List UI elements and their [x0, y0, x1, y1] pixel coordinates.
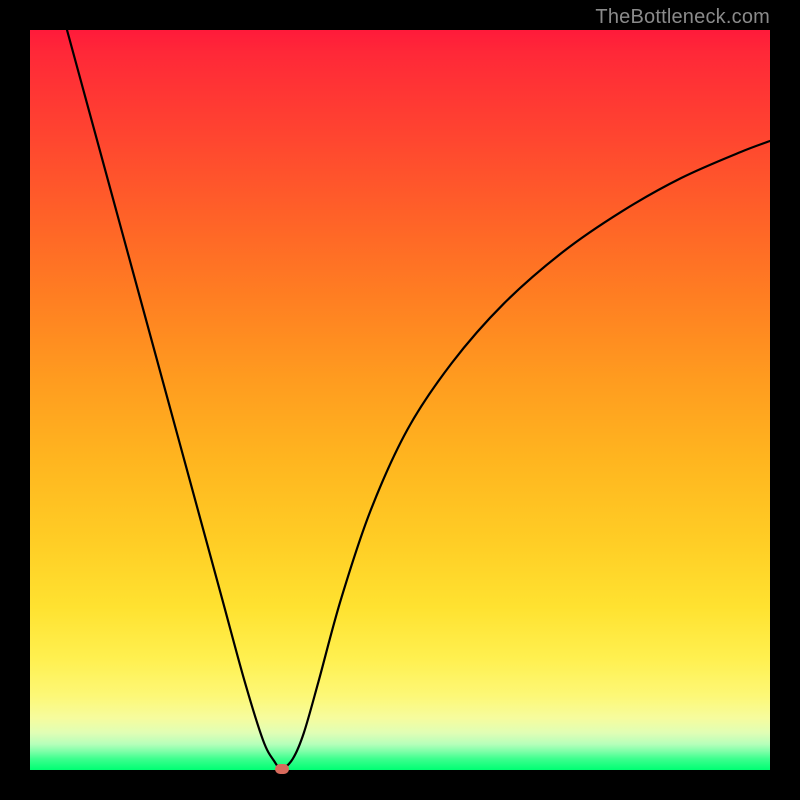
bottleneck-curve [67, 30, 770, 769]
curve-svg [30, 30, 770, 770]
watermark-text: TheBottleneck.com [595, 6, 770, 29]
chart-container: TheBottleneck.com [0, 0, 800, 800]
minimum-marker [275, 764, 289, 774]
plot-area [30, 30, 770, 770]
